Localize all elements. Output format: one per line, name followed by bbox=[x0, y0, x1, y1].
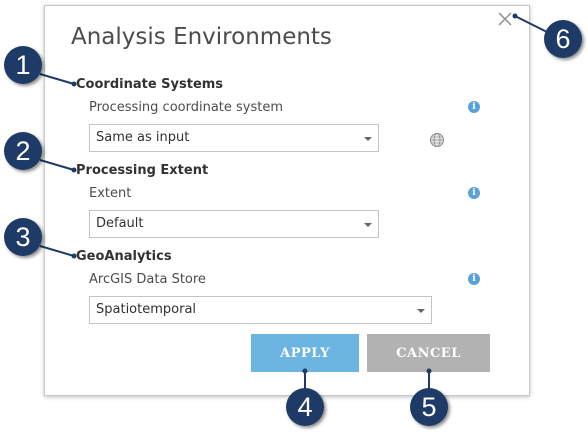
chevron-down-icon bbox=[364, 137, 372, 141]
section-title-coordinate-systems: Coordinate Systems bbox=[76, 77, 224, 92]
select-value: Spatiotemporal bbox=[96, 302, 197, 317]
callout-5: 5 bbox=[410, 388, 448, 426]
globe-icon[interactable] bbox=[429, 132, 445, 148]
dialog-title: Analysis Environments bbox=[71, 24, 332, 50]
analysis-environments-dialog: Analysis Environments Coordinate Systems… bbox=[44, 5, 530, 396]
info-icon[interactable]: i bbox=[468, 101, 480, 113]
callout-6: 6 bbox=[544, 20, 582, 58]
callout-1: 1 bbox=[4, 46, 42, 84]
section-title-geoanalytics: GeoAnalytics bbox=[76, 249, 172, 264]
extent-label: Extent bbox=[89, 186, 132, 201]
select-value: Default bbox=[96, 216, 144, 231]
info-icon[interactable]: i bbox=[468, 187, 480, 199]
cancel-button[interactable]: CANCEL bbox=[367, 334, 490, 372]
apply-button[interactable]: APPLY bbox=[251, 334, 359, 372]
arcgis-data-store-select[interactable]: Spatiotemporal bbox=[89, 296, 432, 324]
extent-select[interactable]: Default bbox=[89, 210, 379, 238]
chevron-down-icon bbox=[417, 309, 425, 313]
chevron-down-icon bbox=[364, 223, 372, 227]
callout-2: 2 bbox=[4, 132, 42, 170]
info-icon[interactable]: i bbox=[468, 273, 480, 285]
processing-coordinate-system-select[interactable]: Same as input bbox=[89, 124, 379, 152]
arcgis-data-store-label: ArcGIS Data Store bbox=[89, 272, 206, 287]
select-value: Same as input bbox=[96, 130, 190, 145]
callout-3: 3 bbox=[4, 218, 42, 256]
callout-4: 4 bbox=[286, 388, 324, 426]
processing-coordinate-system-label: Processing coordinate system bbox=[89, 100, 284, 115]
section-title-processing-extent: Processing Extent bbox=[76, 163, 209, 178]
close-icon[interactable] bbox=[496, 10, 514, 28]
